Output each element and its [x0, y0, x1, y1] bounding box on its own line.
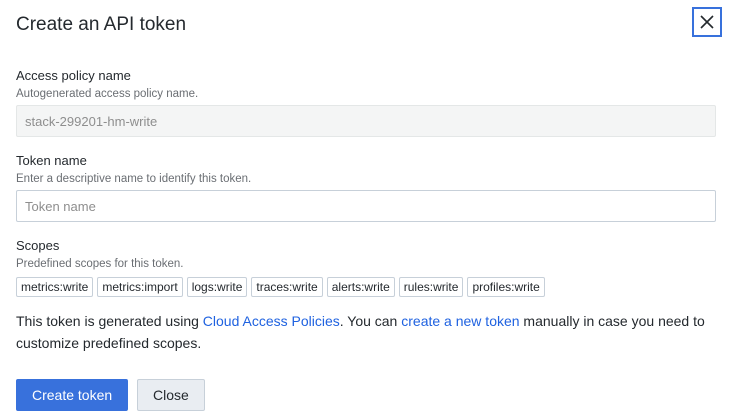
- info-text: This token is generated using Cloud Acce…: [16, 310, 716, 354]
- access-policy-label: Access policy name: [16, 68, 131, 83]
- access-policy-input: [16, 105, 716, 137]
- info-text-part: . You can: [339, 313, 402, 329]
- scope-chip: logs:write: [186, 277, 248, 297]
- close-icon: [700, 15, 714, 29]
- create-token-button[interactable]: Create token: [16, 379, 129, 411]
- cloud-access-policies-link[interactable]: Cloud Access Policies: [203, 313, 340, 329]
- create-api-token-dialog: Create an API token Access policy name A…: [0, 0, 732, 420]
- close-dialog-button[interactable]: [692, 7, 722, 37]
- close-button[interactable]: Close: [137, 379, 205, 411]
- access-policy-description: Autogenerated access policy name.: [16, 88, 199, 100]
- scope-chip: alerts:write: [326, 277, 395, 297]
- scopes-label: Scopes: [16, 238, 60, 253]
- scopes-description: Predefined scopes for this token.: [16, 258, 184, 270]
- token-name-input[interactable]: [16, 190, 716, 222]
- scope-chip: rules:write: [398, 277, 464, 297]
- scope-list: metrics:write metrics:import logs:write …: [16, 277, 545, 297]
- scope-chip: traces:write: [251, 277, 323, 297]
- token-name-description: Enter a descriptive name to identify thi…: [16, 173, 252, 185]
- dialog-title: Create an API token: [16, 14, 187, 35]
- info-text-part: This token is generated using: [16, 313, 203, 329]
- token-name-label: Token name: [16, 153, 87, 168]
- create-new-token-link[interactable]: create a new token: [401, 313, 519, 329]
- scope-chip: metrics:import: [97, 277, 183, 297]
- scope-chip: profiles:write: [467, 277, 545, 297]
- scope-chip: metrics:write: [16, 277, 94, 297]
